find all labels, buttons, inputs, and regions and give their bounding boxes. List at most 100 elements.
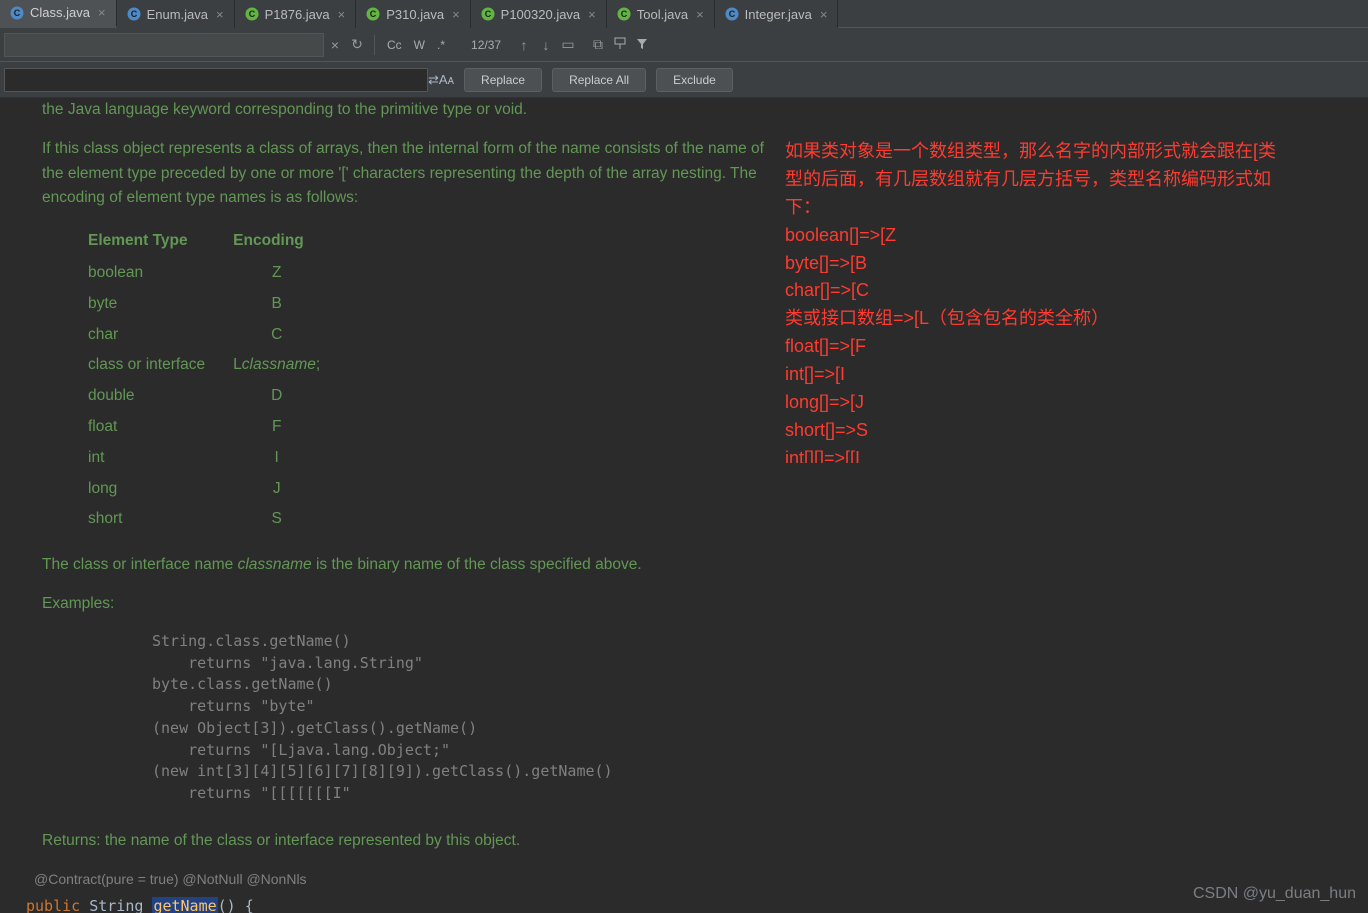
encoding-cell: D [233, 381, 348, 412]
th-element-type: Element Type [88, 225, 233, 258]
annotation-overlay: 如果类对象是一个数组类型，那么名字的内部形式就会跟在[类 型的后面，有几层数组就… [785, 138, 1345, 463]
tab-label: Integer.java [745, 7, 812, 22]
element-type-cell: double [88, 381, 233, 412]
examples-label: Examples: [42, 592, 772, 617]
pin-icon[interactable] [609, 36, 631, 53]
encoding-table: Element Type Encoding booleanZbyteBcharC… [88, 225, 348, 535]
multiline-icon[interactable]: ⧉ [587, 36, 609, 53]
close-tab-icon[interactable]: × [696, 7, 704, 22]
element-type-cell: short [88, 504, 233, 535]
encoding-cell: C [233, 320, 348, 351]
prev-match-icon[interactable]: ↑ [513, 37, 535, 53]
next-match-icon[interactable]: ↓ [535, 37, 557, 53]
close-tab-icon[interactable]: × [98, 5, 106, 20]
java-file-icon: C [366, 7, 380, 21]
close-tab-icon[interactable]: × [820, 7, 828, 22]
java-file-icon: C [10, 6, 24, 20]
anno-line: long[]=>[J [785, 389, 1345, 417]
replace-input[interactable] [4, 68, 428, 92]
encoding-cell: Z [233, 258, 348, 289]
anno-line: boolean[]=>[Z [785, 222, 1345, 250]
doc-para: the Java language keyword corresponding … [42, 98, 772, 123]
anno-line: 下： [785, 194, 1345, 222]
find-bar: × ↻ Cc W .* 12/37 ↑ ↓ ▭ ⧉ [0, 28, 1368, 62]
element-type-cell: long [88, 474, 233, 505]
annotations-line: @Contract(pure = true) @NotNull @NonNls [34, 868, 772, 890]
tab-label: P1876.java [265, 7, 330, 22]
tab-label: Tool.java [637, 7, 688, 22]
close-tab-icon[interactable]: × [216, 7, 224, 22]
anno-line: 型的后面，有几层数组就有几层方括号，类型名称编码形式如 [785, 166, 1345, 194]
tab-tool-java[interactable]: C Tool.java × [607, 0, 715, 28]
encoding-cell: Lclassname; [233, 350, 348, 381]
java-file-icon: C [617, 7, 631, 21]
close-tab-icon[interactable]: × [452, 7, 460, 22]
doc-para: If this class object represents a class … [42, 137, 772, 211]
tab-p100320-java[interactable]: C P100320.java × [471, 0, 607, 28]
swap-icon[interactable]: ⇄ [428, 72, 439, 88]
tab-label: Enum.java [147, 7, 208, 22]
example-code: String.class.getName() returns "java.lan… [152, 631, 772, 805]
text: The class or interface name [42, 556, 238, 573]
close-tab-icon[interactable]: × [588, 7, 596, 22]
select-occurrences-icon[interactable]: ▭ [557, 36, 579, 53]
table-row: shortS [88, 504, 348, 535]
find-input[interactable] [4, 33, 324, 57]
encoding-cell: J [233, 474, 348, 505]
anno-line: 类或接口数组=>[L（包含包名的类全称） [785, 305, 1345, 333]
filter-icon[interactable] [631, 37, 653, 53]
table-row: doubleD [88, 381, 348, 412]
tab-integer-java[interactable]: C Integer.java × [715, 0, 839, 28]
match-count: 12/37 [471, 38, 501, 52]
encoding-cell: B [233, 289, 348, 320]
element-type-cell: char [88, 320, 233, 351]
exclude-button[interactable]: Exclude [656, 68, 733, 92]
preserve-case-icon[interactable]: Aᴀ [439, 72, 454, 87]
table-row: longJ [88, 474, 348, 505]
classname-text: classname [238, 556, 312, 573]
java-file-icon: C [725, 7, 739, 21]
svg-text:C: C [621, 9, 628, 19]
type: String [80, 897, 152, 913]
encoding-cell: I [233, 443, 348, 474]
match-case-toggle[interactable]: Cc [381, 38, 408, 52]
watermark: CSDN @yu_duan_hun [1193, 885, 1356, 903]
replace-button[interactable]: Replace [464, 68, 542, 92]
method-signature: public String getName() { [26, 894, 772, 913]
element-type-cell: float [88, 412, 233, 443]
tab-enum-java[interactable]: C Enum.java × [117, 0, 235, 28]
svg-text:C: C [728, 9, 735, 19]
element-type-cell: int [88, 443, 233, 474]
method-name: getName [152, 897, 217, 913]
th-encoding: Encoding [233, 225, 348, 258]
editor-area[interactable]: the Java language keyword corresponding … [0, 98, 1368, 913]
java-file-icon: C [127, 7, 141, 21]
table-row: intI [88, 443, 348, 474]
returns-para: Returns: the name of the class or interf… [42, 829, 772, 854]
anno-line: short[]=>S [785, 417, 1345, 445]
tab-label: Class.java [30, 5, 90, 20]
anno-line: int[]=>[I [785, 361, 1345, 389]
tab-p310-java[interactable]: CP310.java× [356, 0, 470, 28]
table-row: charC [88, 320, 348, 351]
keyword: public [26, 897, 80, 913]
anno-line: byte[]=>[B [785, 250, 1345, 278]
regex-toggle[interactable]: .* [431, 38, 451, 52]
text: is the binary name of the class specifie… [312, 556, 642, 573]
element-type-cell: byte [88, 289, 233, 320]
svg-text:C: C [484, 9, 491, 19]
history-icon[interactable]: ↻ [346, 36, 368, 53]
whole-word-toggle[interactable]: W [408, 38, 431, 52]
table-row: byteB [88, 289, 348, 320]
close-tab-icon[interactable]: × [338, 7, 346, 22]
tab-class-java[interactable]: C Class.java × [0, 0, 117, 28]
anno-line: 如果类对象是一个数组类型，那么名字的内部形式就会跟在[类 [785, 138, 1345, 166]
encoding-cell: S [233, 504, 348, 535]
encoding-cell: F [233, 412, 348, 443]
close-search-icon[interactable]: × [324, 37, 346, 53]
replace-all-button[interactable]: Replace All [552, 68, 646, 92]
tab-label: P100320.java [501, 7, 581, 22]
tab-p1876-java[interactable]: CP1876.java× [235, 0, 357, 28]
editor-tabs: CClass.java×CEnum.java×CP1876.java×CP310… [0, 0, 1368, 28]
javadoc-content: the Java language keyword corresponding … [42, 98, 772, 913]
